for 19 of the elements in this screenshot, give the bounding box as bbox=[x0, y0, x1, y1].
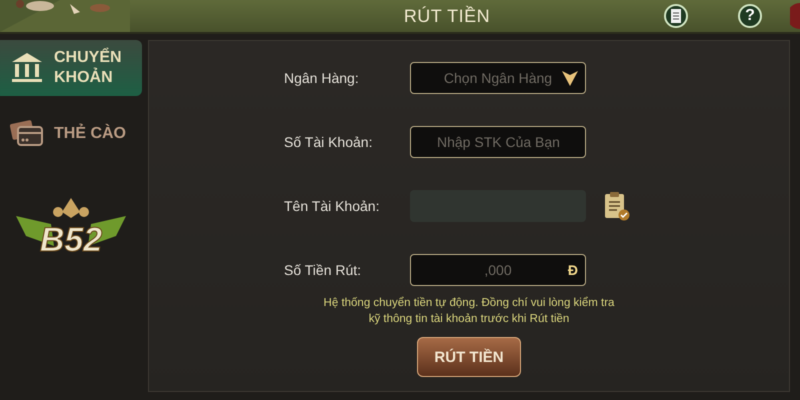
withdraw-button[interactable]: RÚT TIỀN bbox=[417, 337, 521, 377]
info-note: Hệ thống chuyển tiền tự động. Đồng chí vui lòng kiểm tra kỹ thông tin tài khoản trước khi Rút tiền bbox=[324, 296, 614, 327]
currency-symbol: Đ bbox=[568, 262, 578, 278]
help-button[interactable]: ? bbox=[738, 4, 762, 28]
bank-dropdown[interactable]: Chọn Ngân Hàng bbox=[410, 62, 586, 94]
input-field[interactable]: Nhập STK Của Bạn bbox=[410, 126, 586, 158]
clipboard-icon[interactable] bbox=[604, 191, 630, 221]
sidebar-tab[interactable]: CHUYỂN KHOẢN bbox=[0, 40, 142, 96]
logo-text: B52 bbox=[40, 220, 102, 260]
bank-icon bbox=[10, 51, 44, 85]
field-label: Ngân Hàng: bbox=[284, 70, 360, 86]
field-label: Số Tài Khoản: bbox=[284, 134, 374, 150]
card-icon bbox=[10, 119, 44, 149]
document-icon[interactable] bbox=[664, 4, 688, 28]
chevron-down-icon bbox=[561, 69, 579, 87]
sidebar-tab[interactable]: THẺ CÀO bbox=[0, 106, 142, 162]
field-label: Tên Tài Khoản: bbox=[284, 198, 380, 214]
window-title: RÚT TIỀN bbox=[402, 6, 492, 26]
field-label: Số Tiền Rút: bbox=[284, 262, 362, 278]
